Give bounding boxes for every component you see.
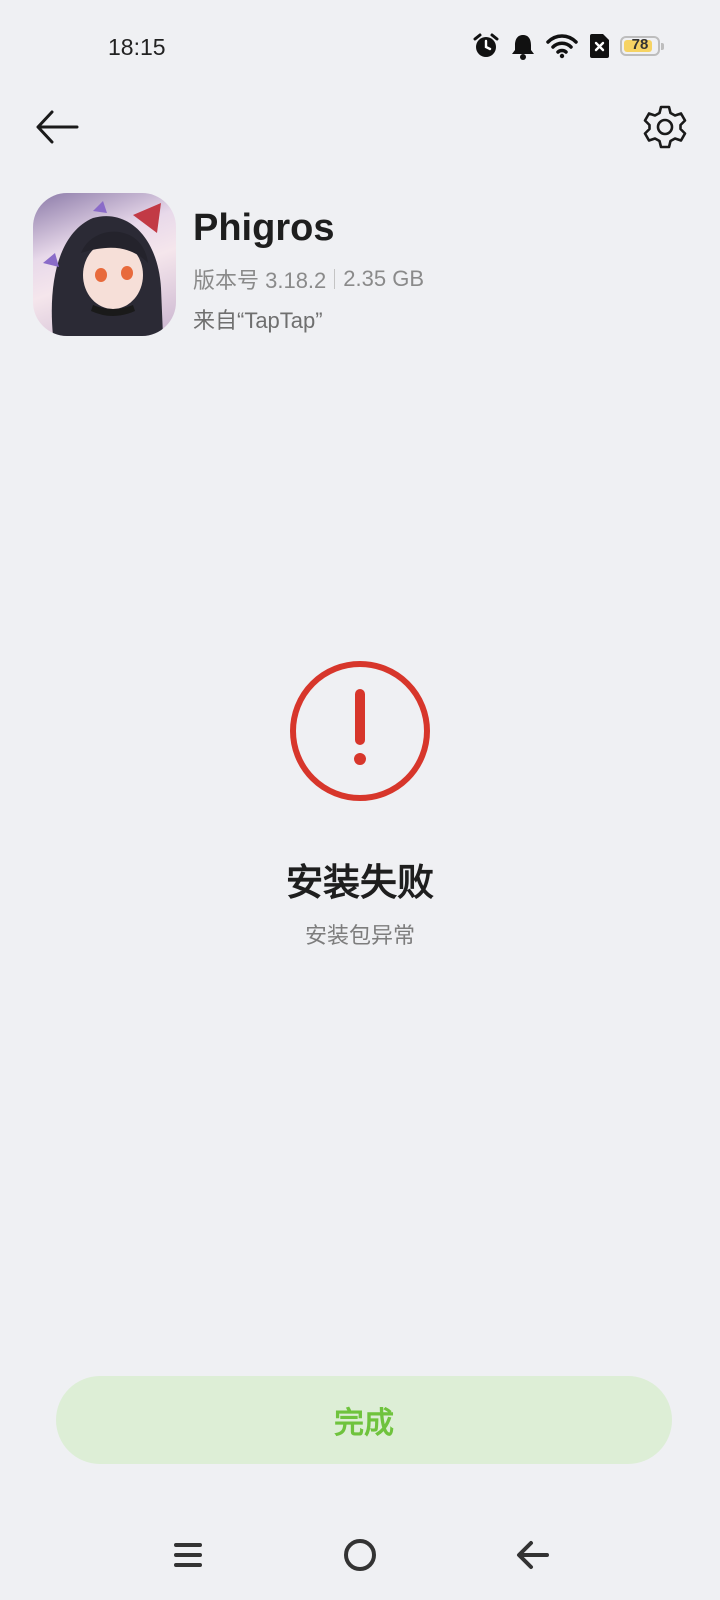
home-button[interactable] bbox=[330, 1530, 390, 1580]
wifi-icon bbox=[546, 33, 578, 59]
back-icon bbox=[517, 1541, 549, 1569]
app-icon bbox=[33, 193, 176, 336]
bell-icon bbox=[510, 32, 536, 60]
status-time: 18:15 bbox=[108, 34, 166, 60]
error-exclamation-icon bbox=[287, 658, 433, 804]
result-subtitle: 安装包异常 bbox=[304, 923, 415, 948]
back-button[interactable] bbox=[30, 100, 84, 154]
sim-icon bbox=[588, 33, 610, 59]
app-size: 2.35 GB bbox=[343, 266, 424, 291]
app-info: Phigros 版本号 3.18.2 2.35 GB 来自“TapTap” bbox=[33, 193, 673, 338]
battery-level: 78 bbox=[631, 36, 649, 53]
meta-divider bbox=[334, 269, 336, 289]
app-version: 版本号 3.18.2 bbox=[193, 268, 327, 293]
alarm-icon bbox=[472, 32, 500, 60]
app-meta: 版本号 3.18.2 2.35 GB bbox=[193, 263, 424, 295]
settings-button[interactable] bbox=[638, 100, 692, 154]
app-source: 来自“TapTap” bbox=[193, 308, 323, 333]
status-bar: 18:15 78 bbox=[0, 0, 720, 96]
done-button[interactable]: 完成 bbox=[56, 1376, 672, 1464]
nav-bar bbox=[0, 1530, 720, 1580]
nav-back-button[interactable] bbox=[502, 1530, 562, 1580]
arrow-left-icon bbox=[36, 110, 79, 144]
status-icons: 78 bbox=[472, 32, 664, 60]
menu-button[interactable] bbox=[158, 1530, 218, 1580]
battery-icon: 78 bbox=[620, 36, 664, 56]
menu-icon bbox=[174, 1543, 202, 1567]
result-title: 安装失败 bbox=[286, 862, 434, 903]
gear-icon bbox=[643, 105, 687, 149]
home-icon bbox=[344, 1539, 376, 1571]
app-name: Phigros bbox=[193, 207, 335, 249]
